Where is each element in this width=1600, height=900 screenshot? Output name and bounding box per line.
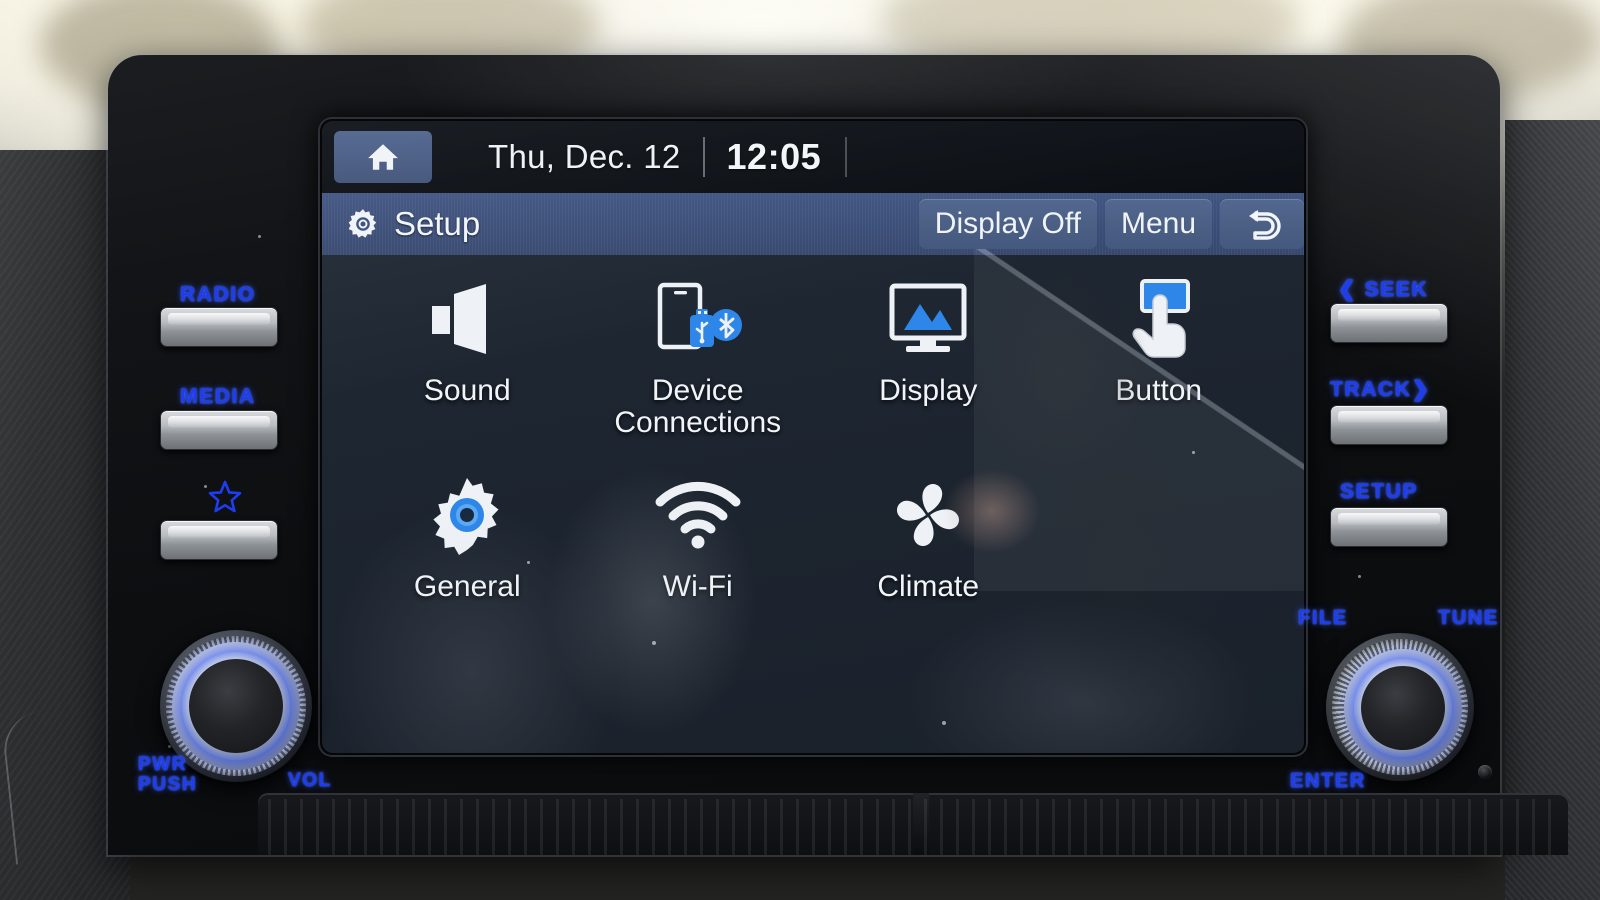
menu-label: Sound xyxy=(423,374,511,407)
gear-icon xyxy=(348,209,377,238)
hand-press-icon xyxy=(1116,273,1202,365)
media-label: MEDIA xyxy=(180,385,256,408)
title-bar-actions: Display Off Menu xyxy=(918,199,1304,249)
status-time: 12:05 xyxy=(726,136,822,177)
display-off-button[interactable]: Display Off xyxy=(918,199,1097,249)
enter-label: ENTER xyxy=(1290,770,1366,792)
setup-button[interactable] xyxy=(1330,507,1448,547)
status-divider xyxy=(702,137,705,177)
knob-face xyxy=(1361,666,1445,750)
media-button[interactable] xyxy=(160,410,278,450)
menu-label: Climate xyxy=(877,570,980,603)
reset-pinhole[interactable] xyxy=(1478,765,1492,779)
menu-label-line1: Device xyxy=(651,374,744,407)
menu-label: General xyxy=(413,570,521,603)
monitor-icon xyxy=(882,273,974,365)
menu-item-climate[interactable]: Climate xyxy=(813,469,1044,639)
menu-item-general[interactable]: General xyxy=(352,469,583,639)
setup-label: SETUP xyxy=(1340,480,1419,503)
back-button[interactable] xyxy=(1220,199,1304,249)
menu-row-1: Sound Device Connections Display Button xyxy=(352,273,1274,443)
tune-knob[interactable] xyxy=(1326,633,1474,781)
push-label: PUSH xyxy=(138,773,198,795)
file-label: FILE xyxy=(1298,607,1348,629)
fan-icon xyxy=(888,469,968,561)
menu-item-device-connections[interactable]: Device Connections xyxy=(583,273,814,443)
seek-text: SEEK xyxy=(1364,278,1429,301)
menu-label: Device Connections xyxy=(614,375,781,438)
menu-item-wifi[interactable]: Wi-Fi xyxy=(583,469,814,639)
track-text: TRACK xyxy=(1330,378,1412,401)
seek-button[interactable] xyxy=(1330,303,1448,343)
lcd-screen[interactable]: Thu, Dec. 12 12:05 Setup Display Off Men… xyxy=(322,121,1304,753)
gear-blue-icon xyxy=(427,469,507,561)
setup-menu-grid: Sound Device Connections Display Button … xyxy=(322,255,1304,753)
back-arrow-icon xyxy=(1249,210,1281,240)
setup-title-bar: Setup Display Off Menu xyxy=(322,193,1304,255)
knob-face xyxy=(189,659,283,753)
radio-button[interactable] xyxy=(160,307,278,347)
infotainment-head-unit: Thu, Dec. 12 12:05 Setup Display Off Men… xyxy=(108,55,1568,855)
volume-label: VOL xyxy=(288,770,332,791)
menu-item-sound[interactable]: Sound xyxy=(352,273,583,443)
vent-divider xyxy=(913,793,929,855)
menu-row-2: General Wi-Fi Climate xyxy=(352,469,1274,639)
page-title: Setup xyxy=(394,205,481,242)
wifi-icon xyxy=(652,469,744,561)
menu-label: Display xyxy=(879,374,978,407)
radio-label: RADIO xyxy=(180,283,256,306)
menu-label-line2: Connections xyxy=(614,405,782,439)
phone-usb-bluetooth-icon xyxy=(650,273,746,365)
speaker-icon xyxy=(424,273,510,365)
menu-label: Button xyxy=(1115,374,1203,407)
favorite-button[interactable] xyxy=(160,520,278,560)
power-push-label: PWR PUSH xyxy=(138,755,197,795)
star-icon xyxy=(208,480,242,513)
status-bar: Thu, Dec. 12 12:05 xyxy=(322,121,1304,193)
home-button[interactable] xyxy=(334,131,432,183)
home-icon xyxy=(368,144,398,170)
menu-item-button[interactable]: Button xyxy=(1044,273,1275,443)
track-label: TRACK❯ xyxy=(1330,377,1431,402)
tune-label: TUNE xyxy=(1438,607,1499,629)
menu-item-empty xyxy=(1044,469,1275,639)
power-label: PWR xyxy=(138,754,188,775)
dashboard-vent xyxy=(258,793,1568,855)
status-date: Thu, Dec. 12 xyxy=(488,138,681,175)
cabin-right-trim xyxy=(1505,120,1600,900)
menu-label: Wi-Fi xyxy=(662,570,733,603)
menu-button[interactable]: Menu xyxy=(1104,199,1212,249)
status-divider-2 xyxy=(845,137,848,177)
seat-stitching xyxy=(0,705,112,865)
track-suffix-icon: ❯ xyxy=(1411,378,1431,401)
seek-prefix-icon: ❮ xyxy=(1338,278,1358,301)
seek-label: ❮ SEEK xyxy=(1338,277,1428,302)
menu-item-display[interactable]: Display xyxy=(813,273,1044,443)
track-button[interactable] xyxy=(1330,405,1448,445)
lcd-bezel: Thu, Dec. 12 12:05 Setup Display Off Men… xyxy=(318,117,1308,757)
